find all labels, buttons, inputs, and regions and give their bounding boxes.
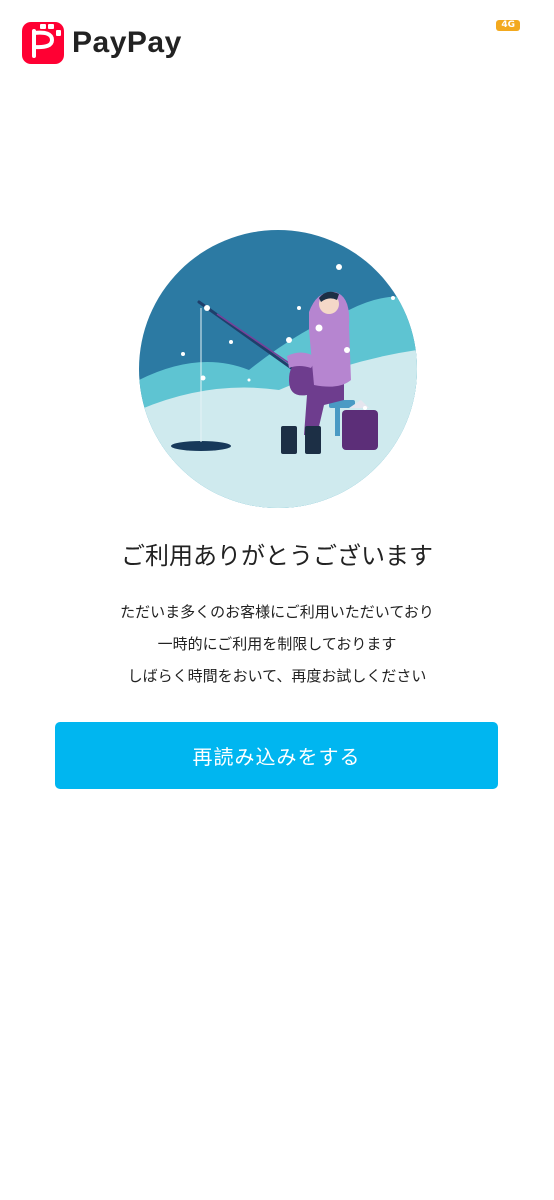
paypay-logo-icon (22, 22, 64, 64)
message-line: ただいま多くのお客様にご利用いただいており (120, 603, 434, 621)
error-screen: PayPay 4G ご利用ありがとうございます ただいま多くのお客様にご利用いた… (0, 0, 554, 1200)
logo-text: PayPay (72, 26, 182, 59)
ice-fishing-illustration (139, 230, 417, 508)
header: PayPay 4G (0, 0, 554, 90)
network-status-badge: 4G (496, 20, 520, 31)
message-line: しばらく時間をおいて、再度お試しください (127, 667, 427, 685)
page-title: ご利用ありがとうございます (121, 542, 433, 570)
message-line: 一時的にご利用を制限しております (157, 635, 397, 653)
paypay-logo: PayPay (22, 22, 182, 64)
reload-button[interactable]: 再読み込みをする (55, 722, 498, 789)
error-message: ただいま多くのお客様にご利用いただいており 一時的にご利用を制限しております し… (0, 596, 554, 692)
